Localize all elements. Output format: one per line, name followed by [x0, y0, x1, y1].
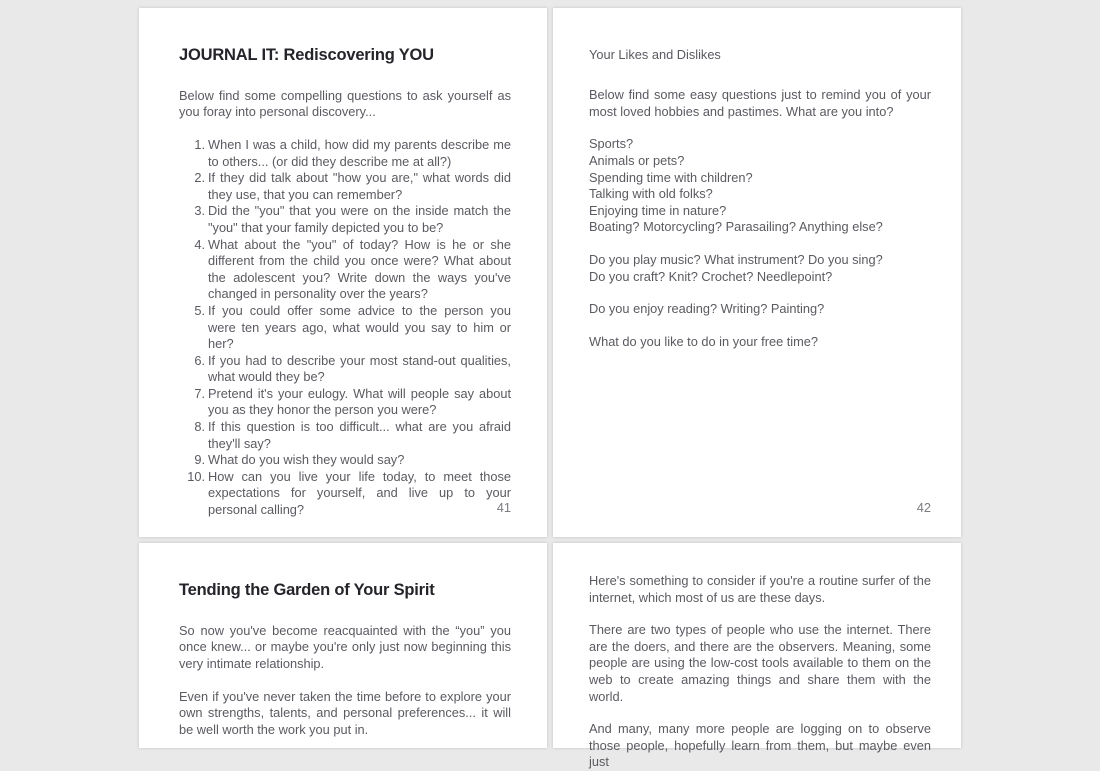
page-row-first: JOURNAL IT: Rediscovering YOU Below find… — [0, 8, 1100, 537]
list-item: What do you wish they would say? — [179, 452, 405, 468]
list-item: If they did talk about "how you are," wh… — [179, 170, 511, 202]
question-line: Boating? Motorcycling? Parasailing? Anyt… — [589, 219, 883, 235]
body-paragraph: So now you've become reacquainted with t… — [179, 622, 511, 671]
document-page-41[interactable]: JOURNAL IT: Rediscovering YOU Below find… — [139, 8, 547, 537]
question-line: Do you play music? What instrument? Do y… — [589, 252, 883, 268]
question-line: Talking with old folks? — [589, 186, 713, 202]
question-group: What do you like to do in your free time… — [589, 334, 931, 351]
journal-question-list: When I was a child, how did my parents d… — [179, 137, 511, 519]
page-intro-paragraph: Below find some compelling questions to … — [179, 87, 511, 120]
page-intro-paragraph: Below find some easy questions just to r… — [589, 87, 931, 119]
question-group: Sports? Animals or pets? Spending time w… — [589, 136, 931, 236]
page-title: Your Likes and Dislikes — [589, 47, 721, 62]
question-line: Sports? — [589, 136, 634, 152]
page-row-second: Tending the Garden of Your Spirit So now… — [0, 543, 1100, 769]
list-item: What about the "you" of today? How is he… — [179, 236, 511, 302]
question-line: Do you enjoy reading? Writing? Painting? — [589, 301, 825, 317]
body-paragraph: And many, many more people are logging o… — [589, 721, 931, 770]
list-item: If you had to describe your most stand-o… — [179, 352, 511, 385]
list-item: Pretend it's your eulogy. What will peop… — [179, 385, 511, 418]
list-item: Did the "you" that you were on the insid… — [179, 203, 511, 235]
list-item: When I was a child, how did my parents d… — [179, 136, 511, 169]
body-paragraph: Here's something to consider if you're a… — [589, 573, 931, 605]
document-page-next-right[interactable]: Here's something to consider if you're a… — [553, 543, 961, 769]
document-page-42[interactable]: Your Likes and Dislikes Below find some … — [553, 8, 961, 537]
document-viewer[interactable]: JOURNAL IT: Rediscovering YOU Below find… — [0, 0, 1100, 769]
question-group: Do you enjoy reading? Writing? Painting? — [589, 301, 931, 318]
question-line: What do you like to do in your free time… — [589, 333, 819, 349]
page-title: Tending the Garden of Your Spirit — [179, 581, 435, 599]
question-line: Spending time with children? — [589, 169, 753, 185]
list-item: If this question is too difficult... wha… — [179, 419, 511, 451]
question-line: Animals or pets? — [589, 153, 685, 169]
question-group: Do you play music? What instrument? Do y… — [589, 252, 931, 285]
question-line: Enjoying time in nature? — [589, 202, 727, 218]
list-item: If you could offer some advice to the pe… — [179, 302, 511, 352]
body-paragraph: Even if you've never taken the time befo… — [179, 688, 511, 737]
question-line: Do you craft? Knit? Crochet? Needlepoint… — [589, 268, 833, 284]
body-paragraph: There are two types of people who use th… — [589, 622, 931, 704]
page-number: 41 — [496, 500, 511, 515]
page-number: 42 — [916, 500, 931, 515]
page-title: JOURNAL IT: Rediscovering YOU — [179, 46, 434, 64]
list-item: How can you live your life today, to mee… — [179, 468, 511, 518]
document-page-next-left[interactable]: Tending the Garden of Your Spirit So now… — [139, 543, 547, 748]
